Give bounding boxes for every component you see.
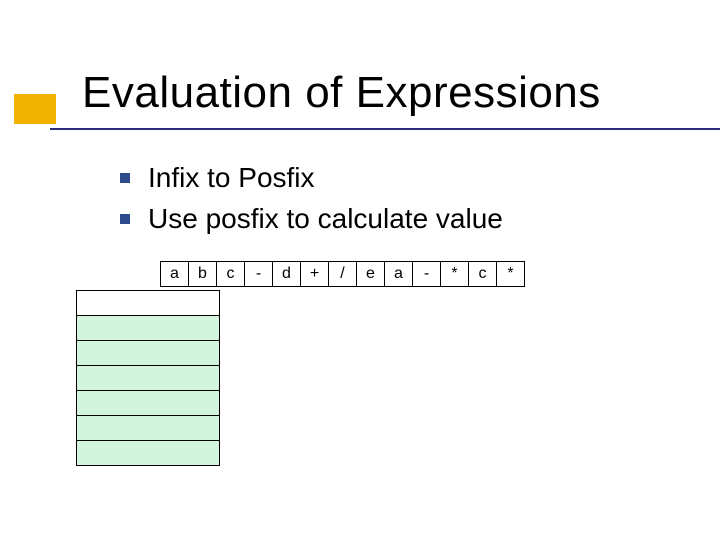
token-cell: c [468,261,497,287]
token-cell: + [300,261,329,287]
bullet-text: Use posfix to calculate value [148,199,503,240]
token-cell: * [496,261,525,287]
bullet-list: Infix to Posfix Use posfix to calculate … [120,158,503,239]
evaluation-stack [76,290,220,466]
bullet-square-icon [120,214,130,224]
postfix-token-row: a b c - d + / e a - * c * [160,261,525,287]
token-cell: / [328,261,357,287]
title-underline [50,128,720,130]
token-cell: d [272,261,301,287]
stack-cell [76,390,220,416]
stack-cell [76,290,220,316]
stack-cell [76,340,220,366]
stack-cell [76,315,220,341]
stack-cell [76,365,220,391]
token-cell: - [412,261,441,287]
stack-cell [76,415,220,441]
token-cell: - [244,261,273,287]
bullet-square-icon [120,173,130,183]
token-cell: a [384,261,413,287]
accent-block [14,94,56,124]
page-title: Evaluation of Expressions [82,68,601,118]
bullet-item: Infix to Posfix [120,158,503,199]
token-cell: a [160,261,189,287]
bullet-text: Infix to Posfix [148,158,315,199]
slide: Evaluation of Expressions Infix to Posfi… [0,0,720,540]
token-cell: b [188,261,217,287]
token-cell: c [216,261,245,287]
stack-cell [76,440,220,466]
token-cell: e [356,261,385,287]
bullet-item: Use posfix to calculate value [120,199,503,240]
token-cell: * [440,261,469,287]
